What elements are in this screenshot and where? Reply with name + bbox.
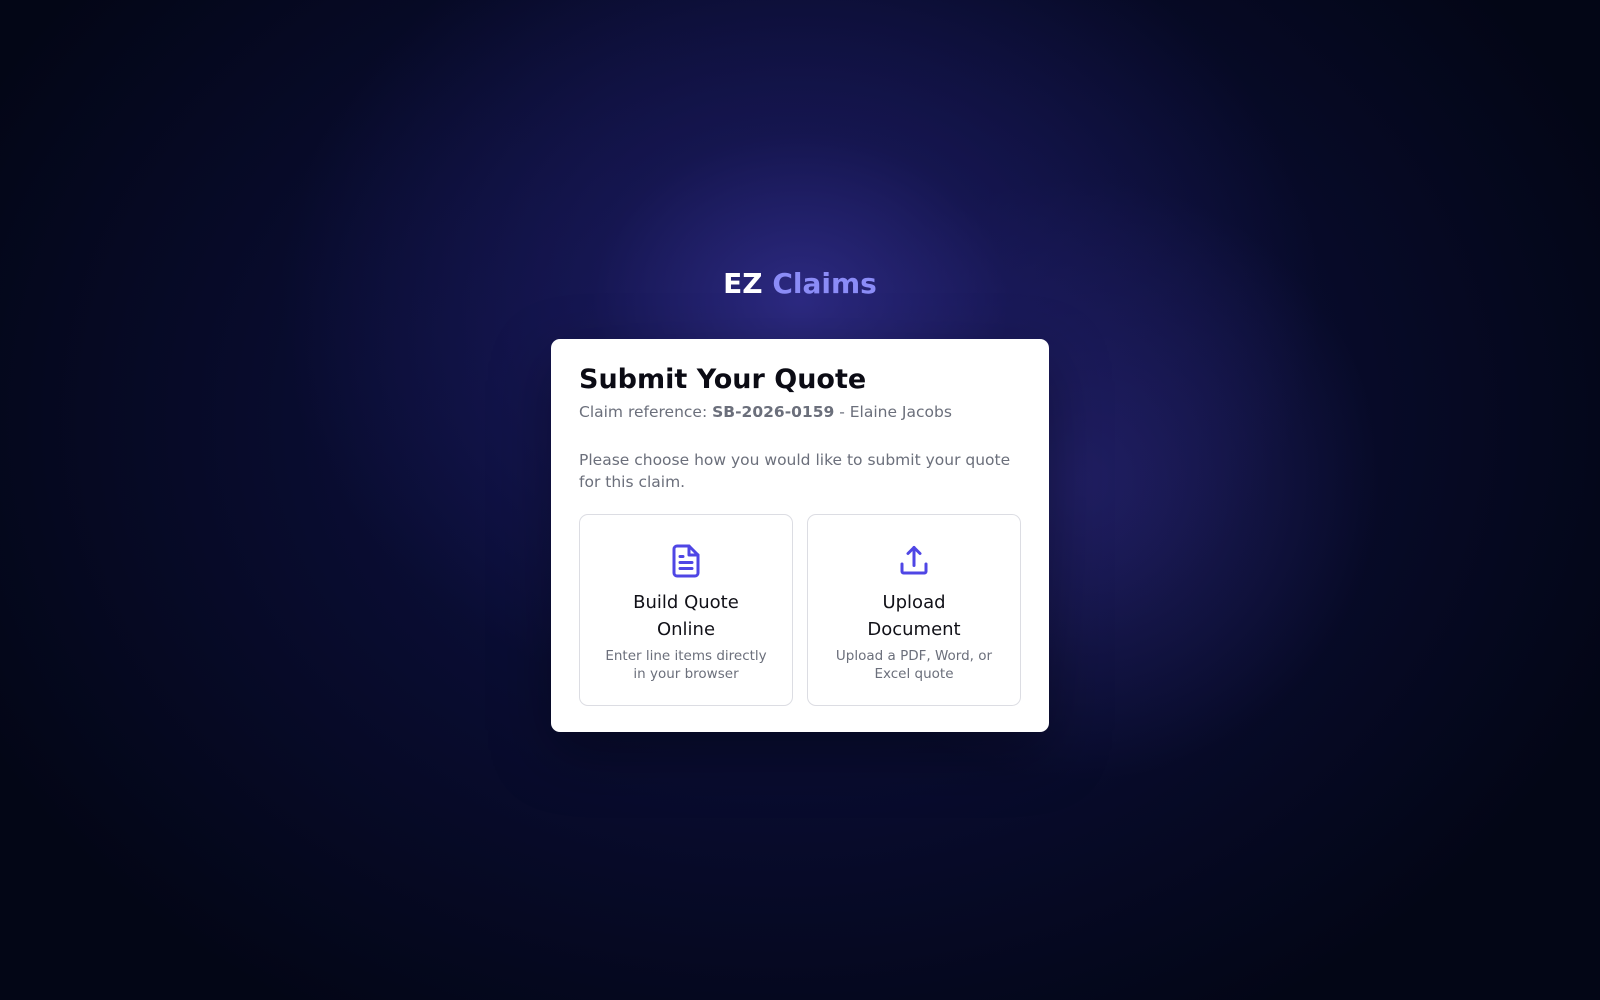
submission-options: Build Quote Online Enter line items dire… <box>579 514 1021 706</box>
claim-reference-line: Claim reference: SB-2026-0159 - Elaine J… <box>579 401 1021 423</box>
brand-prefix: EZ <box>723 267 763 300</box>
build-quote-online-option[interactable]: Build Quote Online Enter line items dire… <box>579 514 793 706</box>
option-title: Build Quote Online <box>633 592 739 640</box>
page-title: Submit Your Quote <box>579 364 867 395</box>
option-description: Upload a PDF, Word, or Excel quote <box>835 648 993 682</box>
document-icon <box>672 544 700 578</box>
claim-separator: - <box>839 403 845 421</box>
instructions-text: Please choose how you would like to subm… <box>579 451 1011 491</box>
quote-submission-card: Submit Your Quote Claim reference: SB-20… <box>551 339 1049 732</box>
upload-document-option[interactable]: Upload Document Upload a PDF, Word, or E… <box>807 514 1021 706</box>
option-description: Enter line items directly in your browse… <box>605 648 767 682</box>
claim-reference-label: Claim reference: <box>579 403 708 421</box>
option-title: Upload Document <box>867 592 961 640</box>
app-logo: EZ Claims <box>0 266 1600 302</box>
claimant-name: Elaine Jacobs <box>849 403 952 421</box>
upload-icon <box>900 546 928 575</box>
brand-accent: Claims <box>772 267 877 300</box>
claim-reference-number: SB-2026-0159 <box>712 403 835 421</box>
